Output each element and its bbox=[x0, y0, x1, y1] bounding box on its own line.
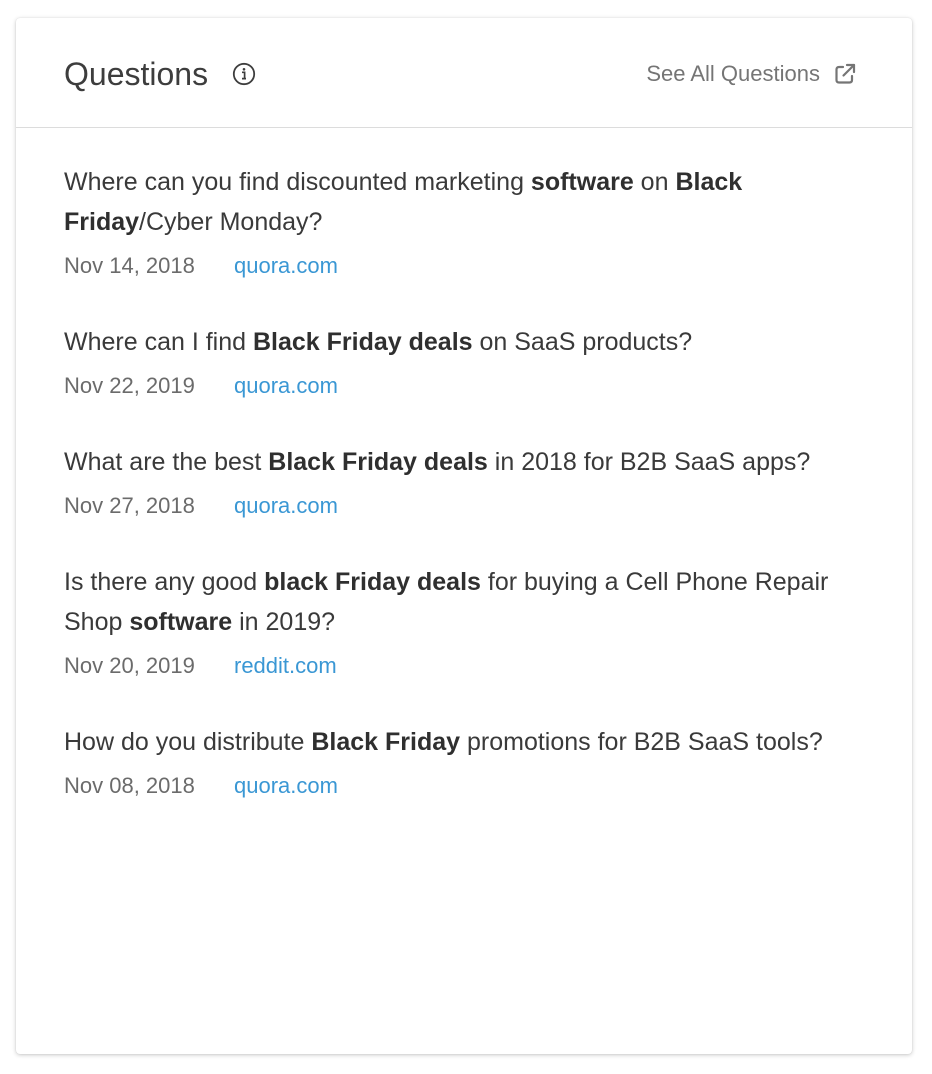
question-meta: Nov 14, 2018 quora.com bbox=[64, 250, 864, 282]
see-all-questions-link[interactable]: See All Questions bbox=[646, 58, 858, 90]
question-keyword: software bbox=[530, 168, 634, 196]
question-title-link[interactable]: Where can you find discounted marketing … bbox=[64, 162, 864, 242]
question-keyword: Black Friday bbox=[311, 728, 461, 756]
question-item: Where can I find Black Friday deals on S… bbox=[64, 322, 864, 402]
question-source-link[interactable]: quora.com bbox=[234, 370, 338, 402]
question-title-link[interactable]: Where can I find Black Friday deals on S… bbox=[64, 322, 864, 362]
question-text-segment: Where can you find discounted marketing bbox=[64, 168, 531, 196]
see-all-questions-label: See All Questions bbox=[646, 61, 820, 86]
question-text-segment: Is there any good bbox=[64, 568, 265, 596]
question-date: Nov 08, 2018 bbox=[64, 773, 195, 798]
question-text-segment: on SaaS products? bbox=[472, 328, 693, 356]
question-text-segment: in 2018 for B2B SaaS apps? bbox=[487, 448, 811, 476]
question-text-segment: How do you distribute bbox=[64, 728, 312, 756]
question-keyword: Black Friday deals bbox=[268, 448, 488, 476]
question-text-segment: /Cyber Monday? bbox=[139, 208, 323, 236]
question-item: What are the best Black Friday deals in … bbox=[64, 442, 864, 522]
card-header: Questions See All Questions bbox=[16, 18, 912, 128]
question-title-link[interactable]: What are the best Black Friday deals in … bbox=[64, 442, 864, 482]
question-text-segment: promotions for B2B SaaS tools? bbox=[460, 728, 823, 756]
card-title: Questions bbox=[64, 56, 209, 92]
question-keyword: black Friday deals bbox=[264, 568, 481, 596]
external-link-icon bbox=[835, 63, 856, 84]
question-item: How do you distribute Black Friday promo… bbox=[64, 722, 864, 802]
question-date: Nov 22, 2019 bbox=[64, 373, 195, 398]
question-meta: Nov 22, 2019 quora.com bbox=[64, 370, 864, 402]
info-icon[interactable] bbox=[232, 62, 256, 86]
question-date: Nov 14, 2018 bbox=[64, 253, 195, 278]
question-item: Where can you find discounted marketing … bbox=[64, 162, 864, 282]
question-source-link[interactable]: quora.com bbox=[234, 490, 338, 522]
questions-card: Questions See All Questions Where can yo… bbox=[16, 18, 912, 1054]
question-source-link[interactable]: quora.com bbox=[234, 250, 338, 282]
questions-list: Where can you find discounted marketing … bbox=[64, 162, 864, 842]
question-meta: Nov 27, 2018 quora.com bbox=[64, 490, 864, 522]
question-source-link[interactable]: quora.com bbox=[234, 770, 338, 802]
question-date: Nov 27, 2018 bbox=[64, 493, 195, 518]
question-keyword: Black Friday deals bbox=[252, 328, 473, 356]
question-text-segment: in 2019? bbox=[232, 608, 336, 636]
question-text-segment: Where can I find bbox=[64, 328, 253, 356]
question-title-link[interactable]: How do you distribute Black Friday promo… bbox=[64, 722, 864, 762]
question-source-link[interactable]: reddit.com bbox=[234, 650, 337, 682]
info-circle-icon bbox=[232, 62, 256, 86]
question-text-segment: What are the best bbox=[64, 448, 269, 476]
question-date: Nov 20, 2019 bbox=[64, 653, 195, 678]
question-text-segment: on bbox=[633, 168, 676, 196]
question-keyword: software bbox=[129, 608, 233, 636]
question-meta: Nov 08, 2018 quora.com bbox=[64, 770, 864, 802]
question-item: Is there any good black Friday deals for… bbox=[64, 562, 864, 682]
question-meta: Nov 20, 2019 reddit.com bbox=[64, 650, 864, 682]
question-title-link[interactable]: Is there any good black Friday deals for… bbox=[64, 562, 864, 642]
